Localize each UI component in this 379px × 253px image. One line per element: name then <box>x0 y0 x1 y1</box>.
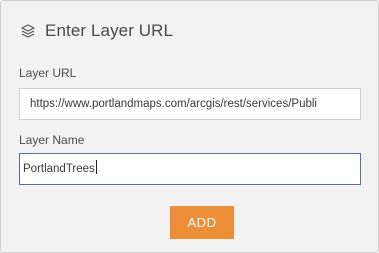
layer-url-label: Layer URL <box>19 66 77 80</box>
text-cursor <box>95 160 97 174</box>
layer-name-value: PortlandTrees <box>23 163 95 175</box>
layer-name-label: Layer Name <box>19 133 85 147</box>
enter-layer-url-panel: Enter Layer URL Layer URL https://www.po… <box>0 0 379 253</box>
add-button[interactable]: ADD <box>170 206 234 239</box>
layer-url-value: https://www.portlandmaps.com/arcgis/rest… <box>30 98 317 110</box>
layer-name-input[interactable]: PortlandTrees <box>19 153 361 185</box>
layer-url-input[interactable]: https://www.portlandmaps.com/arcgis/rest… <box>19 88 361 120</box>
panel-header: Enter Layer URL <box>19 19 173 43</box>
layers-icon <box>19 22 37 40</box>
panel-title: Enter Layer URL <box>45 21 174 40</box>
